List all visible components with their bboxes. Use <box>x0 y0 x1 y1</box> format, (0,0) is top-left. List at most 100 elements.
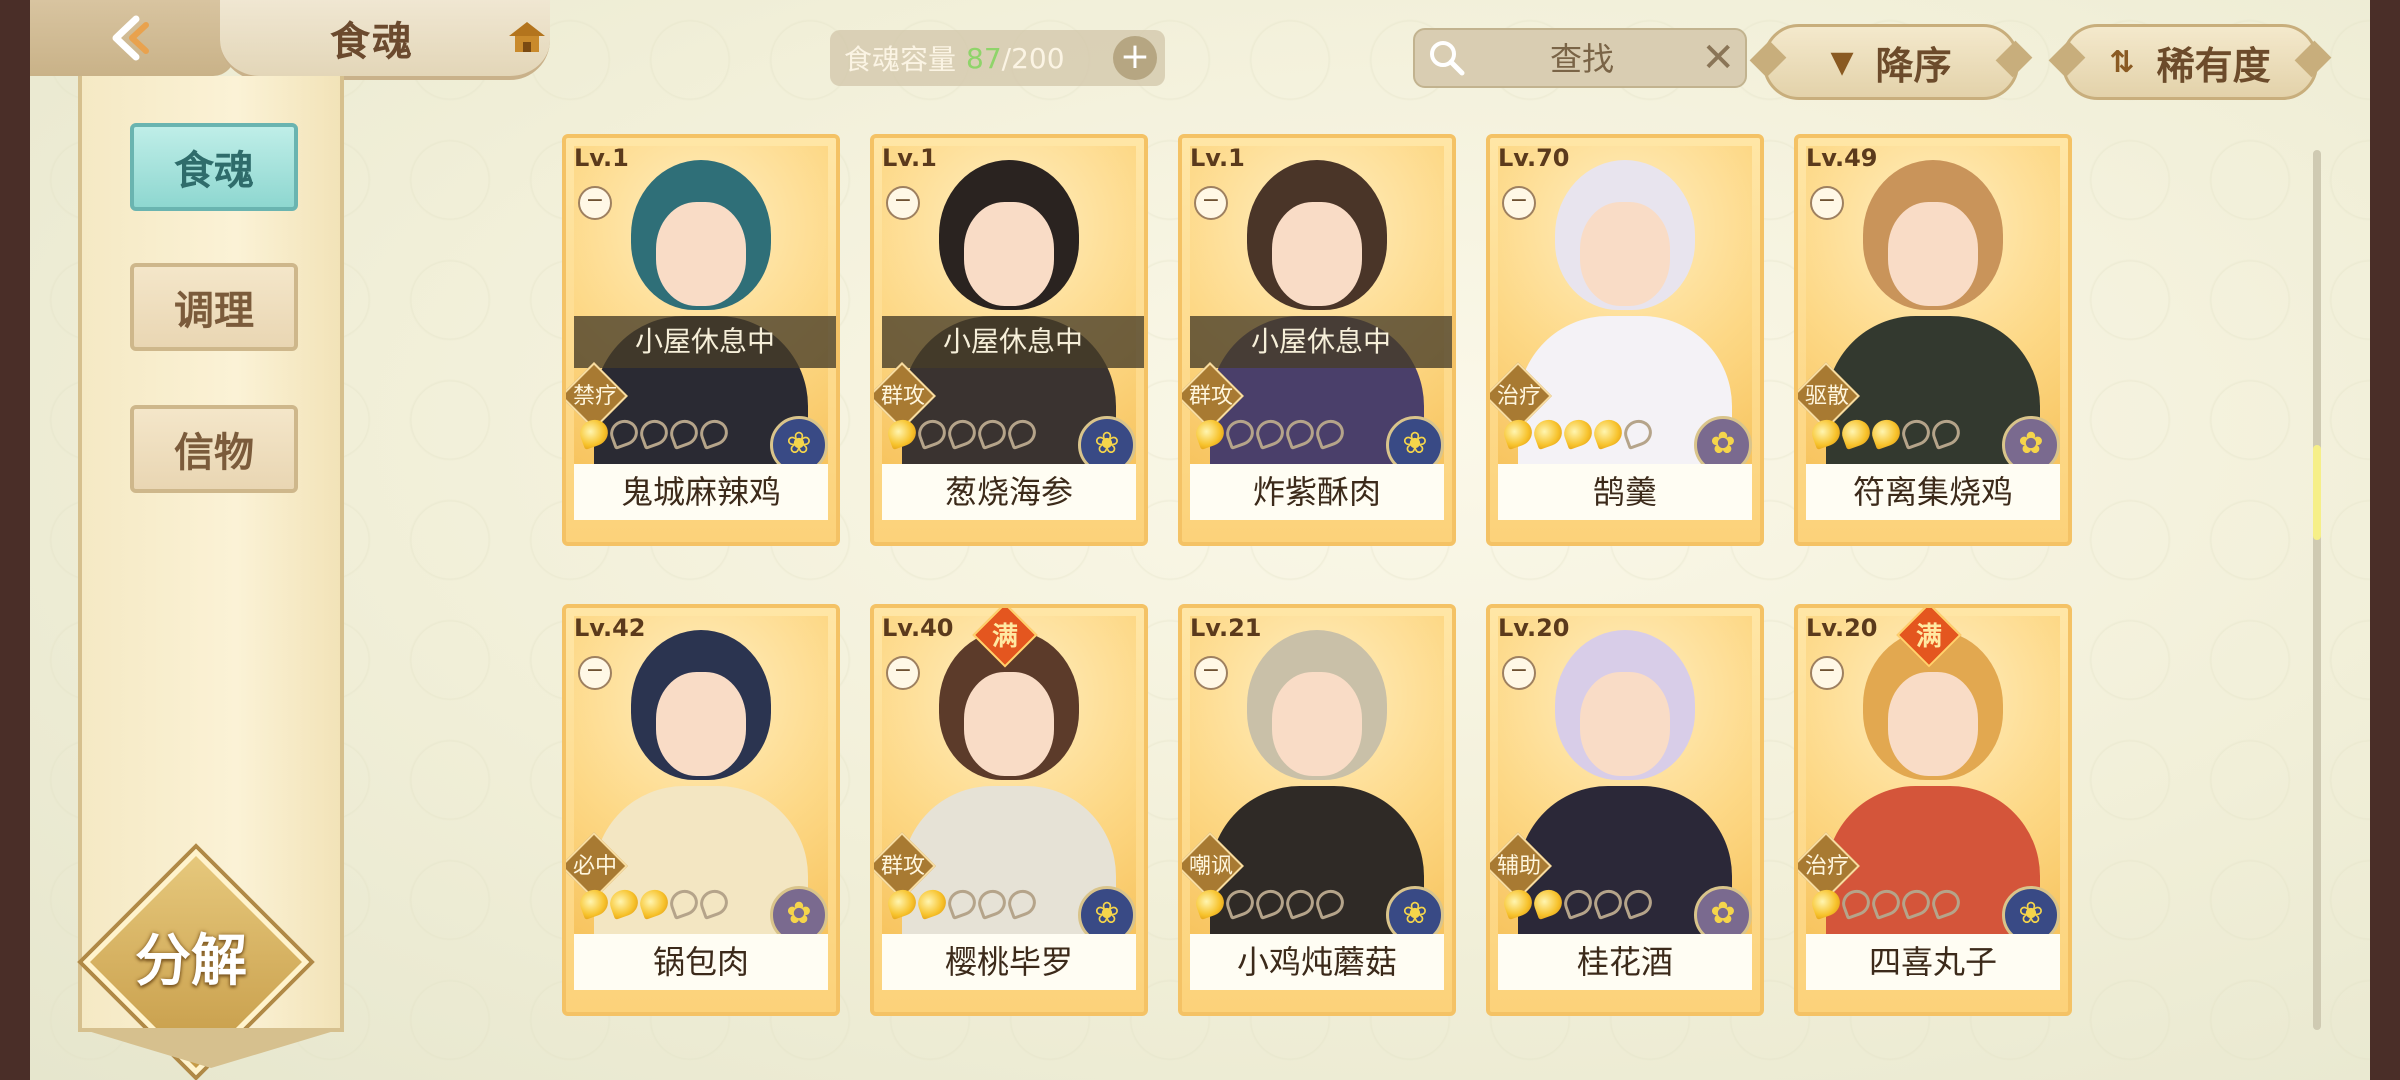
decompose-label: 分解 <box>135 928 247 994</box>
back-button[interactable] <box>30 0 235 76</box>
lock-icon[interactable]: − <box>578 656 612 690</box>
role-label: 禁疗 <box>572 384 617 409</box>
status-banner: 小屋休息中 <box>882 316 1144 368</box>
lock-icon[interactable]: − <box>886 186 920 220</box>
role-badge: 治疗 <box>1490 370 1552 420</box>
sort-order-label: 降序 <box>1875 43 1952 88</box>
level-label: Lv.1 <box>1190 144 1245 172</box>
sort-order-button[interactable]: ▼ 降序 <box>1763 24 2019 100</box>
role-badge: 群攻 <box>874 840 936 890</box>
scrollbar-track[interactable] <box>2313 150 2321 1030</box>
level-label: Lv.42 <box>574 614 646 642</box>
tab-tokens[interactable]: 信物 <box>130 405 298 493</box>
food-soul-card[interactable]: Lv.20 满 − 治疗 ❀ 四喜丸子 <box>1794 604 2072 1016</box>
scrollbar-thumb[interactable] <box>2313 445 2321 540</box>
food-soul-card[interactable]: Lv.70− 治疗 ✿ 鹄羹 <box>1486 134 1764 546</box>
role-label: 嘲讽 <box>1188 854 1233 879</box>
rank-flame-icon <box>606 415 642 451</box>
status-banner: 小屋休息中 <box>1190 316 1452 368</box>
max-badge-label: 满 <box>1915 622 1942 652</box>
rank-flame-icon <box>576 415 612 451</box>
rank-flame-icon <box>944 415 980 451</box>
rank-flame-icon <box>1808 415 1844 451</box>
food-soul-card[interactable]: Lv.1− 小屋休息中 群攻 ❀ 炸紫酥肉 <box>1178 134 1456 546</box>
capacity-label: 食魂容量 <box>844 43 957 76</box>
lock-icon[interactable]: − <box>1502 186 1536 220</box>
rank-flame-icon <box>1590 885 1626 921</box>
food-soul-card[interactable]: Lv.49− 驱散 ✿ 符离集烧鸡 <box>1794 134 2072 546</box>
rank-flame-icon <box>636 885 672 921</box>
rank-flame-icon <box>914 415 950 451</box>
food-soul-card[interactable]: Lv.20− 辅助 ✿ 桂花酒 <box>1486 604 1764 1016</box>
lock-icon[interactable]: − <box>1194 186 1228 220</box>
add-capacity-button[interactable]: + <box>1113 36 1157 80</box>
rank-flame-icon <box>1560 885 1596 921</box>
role-label: 群攻 <box>880 384 925 409</box>
rank-flame-icon <box>696 415 732 451</box>
rank-flames <box>1500 885 1656 921</box>
lock-icon[interactable]: − <box>1810 656 1844 690</box>
level-label: Lv.49 <box>1806 144 1878 172</box>
rank-flames <box>576 885 732 921</box>
role-badge: 治疗 <box>1798 840 1860 890</box>
rank-flames <box>1808 885 1964 921</box>
rank-flame-icon <box>666 415 702 451</box>
rank-flame-icon <box>1222 415 1258 451</box>
lock-icon[interactable]: − <box>1502 656 1536 690</box>
level-label: Lv.20 <box>1806 614 1878 642</box>
header-bar: 食魂 <box>30 0 550 80</box>
lock-icon[interactable]: − <box>578 186 612 220</box>
food-soul-card[interactable]: Lv.1− 小屋休息中 禁疗 ❀ 鬼城麻辣鸡 <box>562 134 840 546</box>
rank-flame-icon <box>1192 415 1228 451</box>
rank-flame-icon <box>1252 415 1288 451</box>
role-label: 辅助 <box>1496 854 1541 879</box>
food-soul-card[interactable]: Lv.42− 必中 ✿ 锅包肉 <box>562 604 840 1016</box>
rank-flame-icon <box>974 885 1010 921</box>
rarity-filter-button[interactable]: ⇅ 稀有度 <box>2062 24 2318 100</box>
lock-icon[interactable]: − <box>886 656 920 690</box>
rank-flame-icon <box>1004 885 1040 921</box>
level-label: Lv.20 <box>1498 614 1570 642</box>
rank-flame-icon <box>636 415 672 451</box>
food-soul-name: 锅包肉 <box>574 934 828 990</box>
role-label: 驱散 <box>1804 384 1849 409</box>
search-input[interactable] <box>1475 36 1689 82</box>
rank-flame-icon <box>1312 885 1348 921</box>
rank-flame-icon <box>1898 415 1934 451</box>
lock-icon[interactable]: − <box>1810 186 1844 220</box>
role-label: 群攻 <box>880 854 925 879</box>
food-soul-name: 四喜丸子 <box>1806 934 2060 990</box>
rank-flame-icon <box>1620 885 1656 921</box>
max-badge-label: 满 <box>991 622 1018 652</box>
clear-search-icon[interactable]: ✕ <box>1701 36 1735 80</box>
rank-flame-icon <box>1500 415 1536 451</box>
tab-food-souls[interactable]: 食魂 <box>130 123 298 211</box>
role-label: 治疗 <box>1804 854 1849 879</box>
title-tab: 食魂 <box>220 0 550 80</box>
tab-conditioning[interactable]: 调理 <box>130 263 298 351</box>
food-soul-card[interactable]: Lv.21− 嘲讽 ❀ 小鸡炖蘑菇 <box>1178 604 1456 1016</box>
rank-flame-icon <box>1838 885 1874 921</box>
swap-arrows-icon: ⇅ <box>2109 44 2135 80</box>
role-badge: 禁疗 <box>566 370 628 420</box>
rank-flame-icon <box>1282 885 1318 921</box>
rank-flame-icon <box>1252 885 1288 921</box>
role-badge: 辅助 <box>1490 840 1552 890</box>
house-icon[interactable] <box>505 16 549 60</box>
food-soul-card[interactable]: Lv.40 满 − 群攻 ❀ 樱桃毕罗 <box>870 604 1148 1016</box>
rank-flame-icon <box>1222 885 1258 921</box>
rank-flame-icon <box>1838 415 1874 451</box>
food-soul-name: 鹄羹 <box>1498 464 1752 520</box>
rank-flame-icon <box>884 885 920 921</box>
lock-icon[interactable]: − <box>1194 656 1228 690</box>
rank-flames <box>884 885 1040 921</box>
food-soul-card[interactable]: Lv.1− 小屋休息中 群攻 ❀ 葱烧海参 <box>870 134 1148 546</box>
food-soul-name: 鬼城麻辣鸡 <box>574 464 828 520</box>
search-icon <box>1430 41 1465 76</box>
capacity-max: /200 <box>1001 41 1065 75</box>
role-badge: 必中 <box>566 840 628 890</box>
sidebar: 食魂 调理 信物 分解 <box>78 76 344 1076</box>
food-soul-name: 葱烧海参 <box>882 464 1136 520</box>
role-label: 必中 <box>572 854 617 879</box>
rank-flame-icon <box>1808 885 1844 921</box>
